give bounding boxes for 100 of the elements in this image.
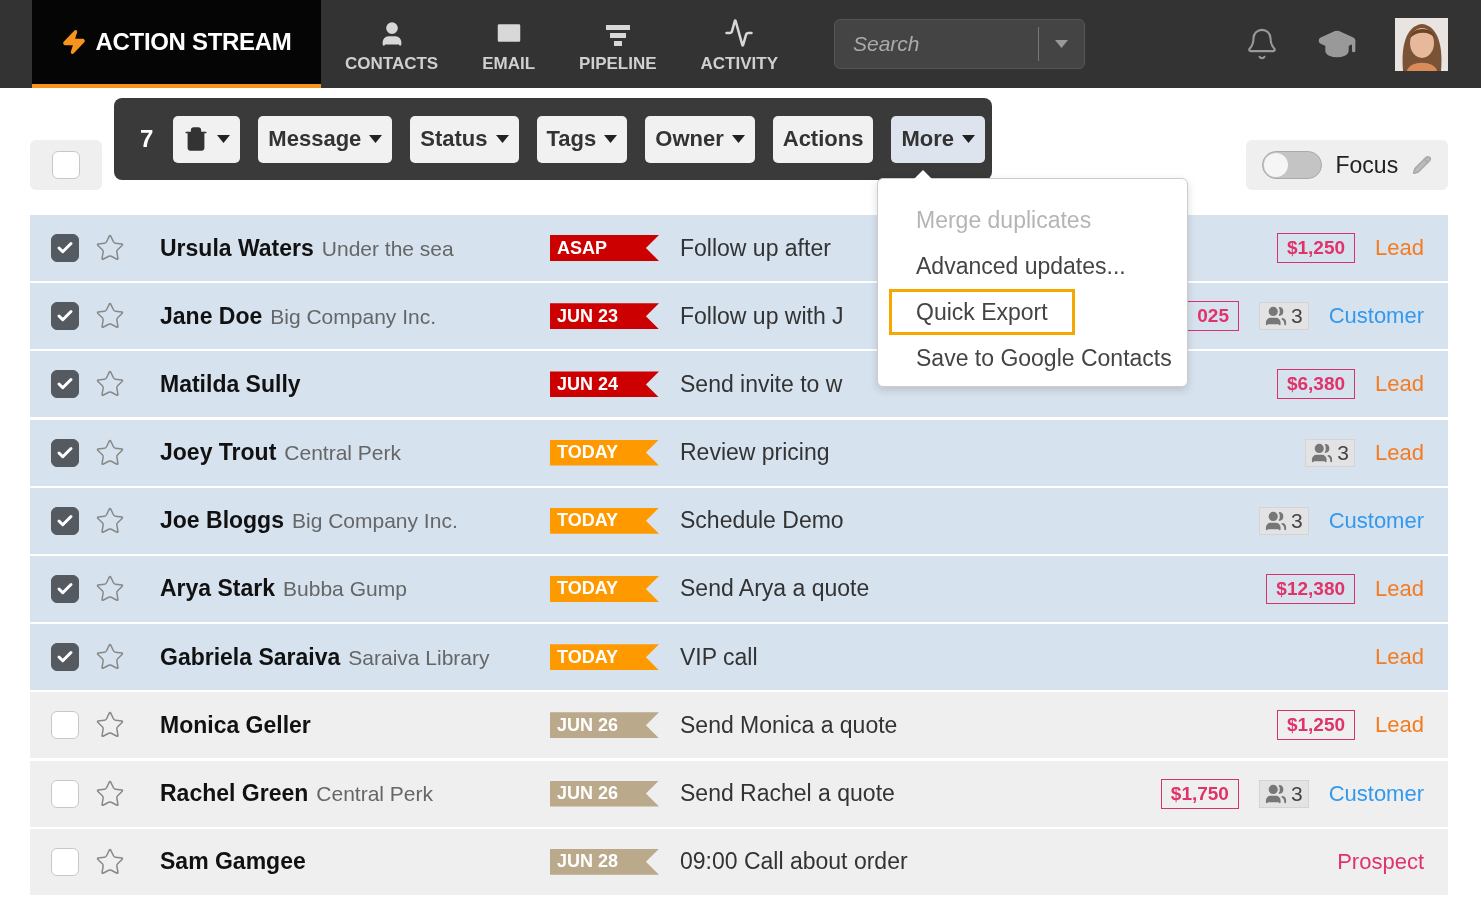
status-label: Lead [1375,235,1424,261]
status-label: Lead [1375,439,1424,466]
company-name: Big Company Inc. [291,509,458,534]
caret-icon[interactable] [1055,40,1068,48]
people-icon [1311,441,1334,464]
due-tag: TODAY [550,644,659,671]
task-text: Review pricing [680,439,830,467]
menu-item[interactable]: Save to Google Contacts [889,335,1199,381]
search-field[interactable]: Search [835,31,1038,57]
task-text: Send invite to w [680,370,843,398]
due-tag: ASAP [550,235,659,261]
status-label: Customer [1328,303,1424,330]
company-name: Bubba Gump [283,577,407,602]
task-text: Follow up after [680,234,831,262]
contact-name: Jane Doe [160,302,263,330]
row-checkbox[interactable] [51,370,79,399]
row-checkbox[interactable] [51,302,79,331]
nav-item[interactable]: EMAIL [460,0,558,88]
brand-title: ACTION STREAM [95,28,292,56]
contacts-count: 3 [1258,302,1309,331]
company-name: Central Perk [316,782,433,806]
row-checkbox[interactable] [51,574,79,603]
company-name: Central Perk [284,441,402,466]
status-label: Lead [1375,371,1424,398]
bell-icon[interactable] [1245,27,1279,61]
deal-amount: $1,250 [1276,233,1356,263]
pencil-icon[interactable] [1412,155,1432,175]
due-tag: TODAY [550,439,659,466]
contact-name: Matilda Sully [160,370,301,398]
toolbar-button[interactable]: Status [410,115,519,163]
due-tag: TODAY [550,575,659,602]
contact-name: Joe Bloggs [160,507,284,535]
brand-tab[interactable]: ACTION STREAM [32,0,321,88]
star-icon[interactable] [95,778,125,809]
task-text: VIP call [680,643,758,671]
toolbar-button[interactable]: Actions [772,115,874,163]
task-text: Schedule Demo [680,507,844,535]
contact-name: Rachel Green [160,780,309,807]
lightning-icon [61,29,88,55]
status-label: Customer [1328,780,1424,807]
contact-name: Ursula Waters [160,234,314,262]
toolbar-button[interactable]: Owner [645,115,755,163]
select-all-checkbox[interactable] [52,151,80,179]
status-label: Customer [1328,507,1424,534]
nav-item[interactable]: ACTIVITY [678,0,800,88]
contacts-count: 3 [1305,438,1356,467]
due-tag: JUN 24 [550,371,659,398]
toolbar-button[interactable]: Message [258,115,393,163]
due-tag: JUN 23 [550,303,659,330]
due-tag: JUN 26 [550,780,659,807]
status-label: Lead [1375,644,1424,671]
contact-name: Joey Trout [160,439,277,467]
company-name: Big Company Inc. [270,304,436,329]
star-icon[interactable] [95,846,125,877]
focus-toggle[interactable] [1262,151,1322,179]
people-icon [1264,782,1287,805]
menu-item[interactable]: Advanced updates... [889,243,1153,289]
people-icon [1264,305,1287,328]
focus-label: Focus [1335,151,1399,179]
star-icon[interactable] [95,437,125,468]
contact-name: Sam Gamgee [160,848,306,876]
people-icon [1264,509,1287,532]
row-checkbox[interactable] [51,438,79,467]
due-tag: TODAY [550,507,659,534]
status-label: Prospect [1337,848,1424,875]
deal-amount: $12,380 [1266,573,1356,604]
contacts-count: 3 [1258,779,1309,808]
deal-amount: $1,250 [1276,710,1356,741]
company-name: Saraiva Library [348,645,490,670]
task-text: Send Monica a quote [680,711,898,739]
deal-amount: 025 [1187,301,1239,332]
funnel-icon [604,22,631,48]
contact-name: Arya Stark [160,575,276,603]
nav-item[interactable]: CONTACTS [323,0,461,88]
search-bar[interactable]: Search [834,19,1085,69]
company-name: Under the sea [321,236,454,261]
task-text: 09:00 Call about order [680,848,908,876]
trash-icon [183,126,210,152]
delete-button[interactable] [173,115,241,163]
due-tag: JUN 28 [550,848,659,875]
star-icon[interactable] [95,573,125,604]
due-tag: JUN 26 [550,712,659,739]
row-checkbox[interactable] [51,506,79,535]
pulse-icon [724,18,755,48]
status-label: Lead [1375,575,1424,602]
selected-count: 7 [140,125,154,153]
toolbar-button[interactable]: Tags [536,115,628,163]
contact-name: Gabriela Saraiva [160,643,341,671]
task-text: Send Arya a quote [680,575,870,603]
nav-item[interactable]: PIPELINE [557,0,679,88]
menu-item[interactable]: Quick Export [889,289,1075,335]
task-text: Follow up with J [680,302,844,330]
row-checkbox[interactable] [51,234,79,262]
deal-amount: $6,380 [1276,369,1356,400]
row-checkbox[interactable] [51,643,79,672]
toolbar-button[interactable]: More [891,115,985,163]
star-icon[interactable] [95,505,125,536]
deal-amount: $1,750 [1160,778,1239,809]
star-icon[interactable] [95,233,125,263]
task-text: Send Rachel a quote [680,780,895,807]
